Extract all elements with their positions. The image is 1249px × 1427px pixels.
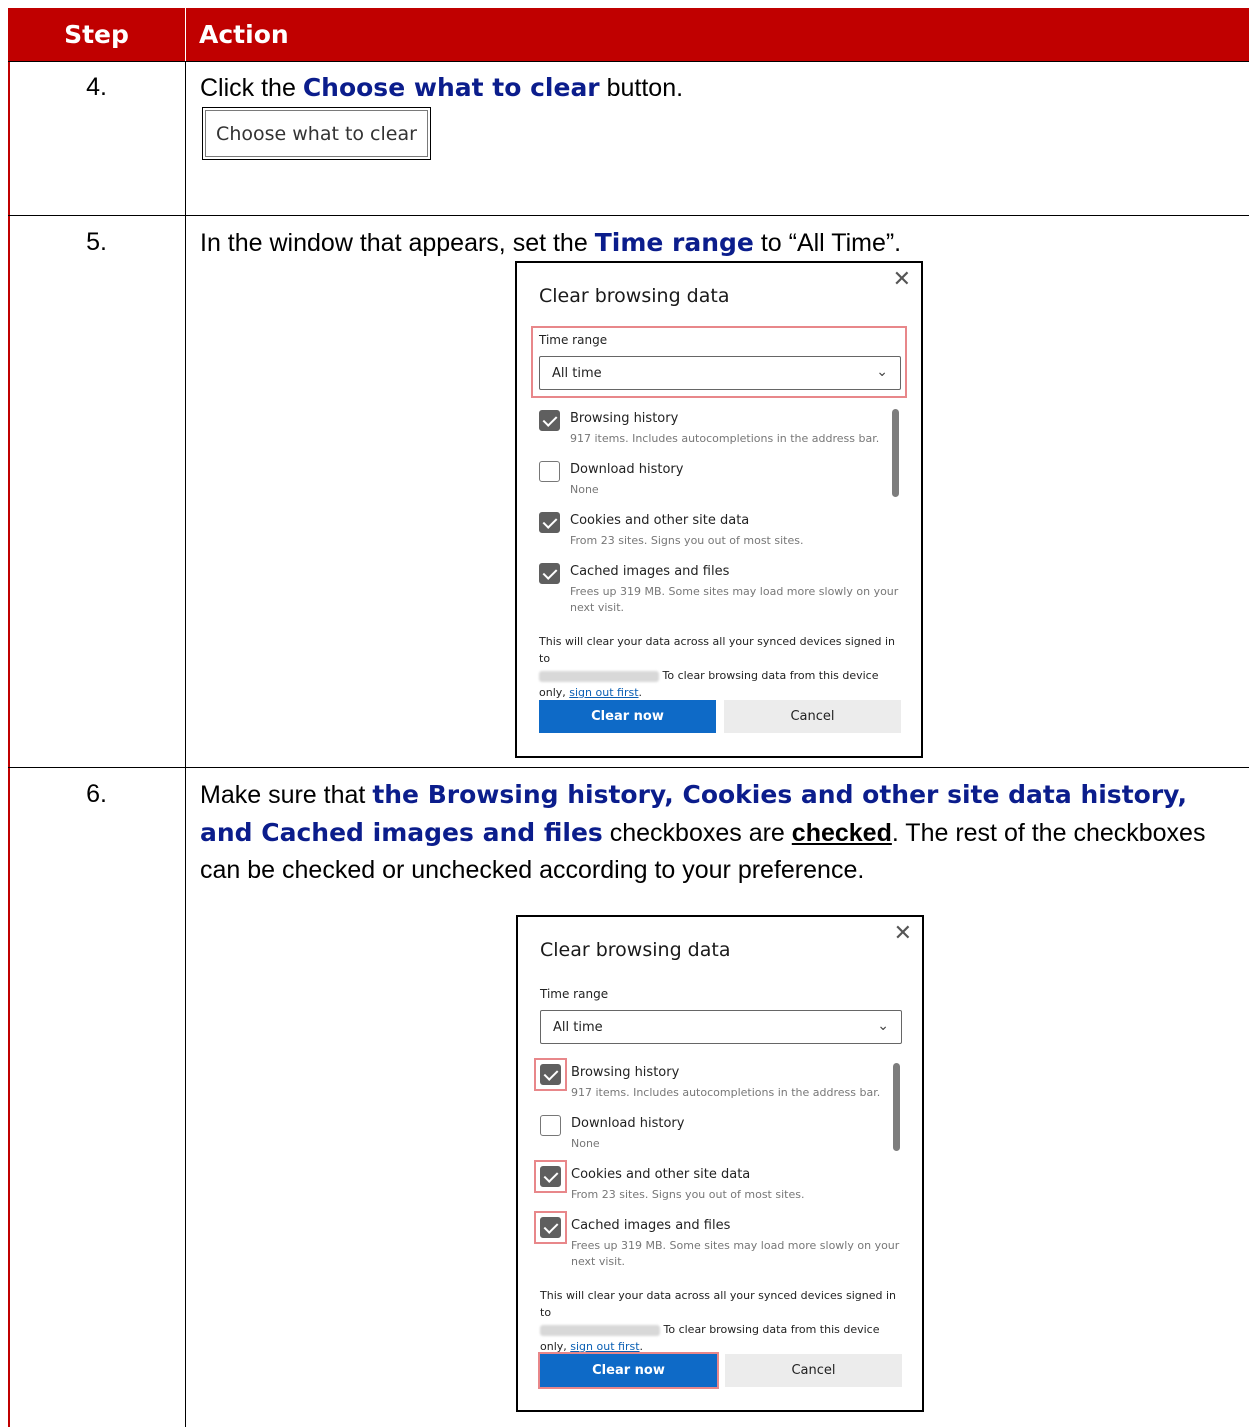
- note-text: .: [639, 1340, 644, 1353]
- sign-out-link[interactable]: sign out first: [570, 1340, 639, 1353]
- checkbox-label: Download history: [571, 1116, 685, 1131]
- note-text: only,: [539, 686, 570, 699]
- checkbox-description: None: [570, 483, 599, 496]
- checkbox-description: Frees up 319 MB. Some sites may load mor…: [570, 585, 899, 614]
- instruction-text: In the window that appears, set the: [200, 229, 595, 257]
- checkbox-label: Cookies and other site data: [571, 1167, 751, 1182]
- checkbox-description: None: [571, 1137, 600, 1150]
- cancel-button[interactable]: Cancel: [724, 700, 901, 733]
- chevron-down-icon: ⌄: [876, 364, 888, 380]
- table-header: [8, 8, 1249, 61]
- checkbox-description: From 23 sites. Signs you out of most sit…: [571, 1188, 805, 1201]
- row-divider: [8, 767, 1249, 768]
- redacted-account: [539, 670, 659, 682]
- instruction-text: checkboxes are: [602, 819, 792, 847]
- sync-note: This will clear your data across all you…: [539, 633, 909, 701]
- choose-what-to-clear-label: Choose what to clear: [205, 110, 428, 157]
- checkbox-label: Browsing history: [570, 411, 679, 426]
- chevron-down-icon: ⌄: [877, 1018, 889, 1034]
- redacted-account: [540, 1324, 660, 1336]
- clear-now-button[interactable]: Clear now: [538, 1352, 719, 1389]
- checkbox-label: Cached images and files: [570, 564, 730, 579]
- checkbox-description: 917 items. Includes autocompletions in t…: [571, 1086, 881, 1099]
- column-divider: [185, 61, 186, 1427]
- instruction-text: Make sure that: [200, 781, 373, 809]
- checkbox-label: Cookies and other site data: [570, 513, 750, 528]
- checkbox-checked[interactable]: [540, 1064, 561, 1085]
- dialog-title: Clear browsing data: [539, 285, 730, 307]
- header-action: Action: [199, 20, 289, 49]
- time-range-value: All time: [552, 365, 602, 381]
- checkbox-checked[interactable]: [540, 1166, 561, 1187]
- clear-now-button[interactable]: Clear now: [539, 700, 716, 733]
- table-left-border: [8, 61, 10, 1427]
- checkbox-description: Frees up 319 MB. Some sites may load mor…: [571, 1239, 900, 1268]
- step-instruction: Click the Choose what to clear button.: [200, 69, 683, 107]
- instruction-text: Click the: [200, 74, 303, 102]
- note-text: To clear browsing data from this device: [660, 1323, 880, 1336]
- step-number: 4.: [86, 73, 107, 101]
- checkbox-checked[interactable]: [539, 410, 560, 431]
- checkbox-description: From 23 sites. Signs you out of most sit…: [570, 534, 804, 547]
- close-icon[interactable]: ✕: [894, 923, 912, 945]
- time-range-select[interactable]: All time ⌄: [540, 1010, 902, 1044]
- clear-browsing-dialog: ✕ Clear browsing data Time range All tim…: [515, 261, 923, 758]
- instruction-emphasis: checked: [791, 819, 892, 847]
- step-instruction: In the window that appears, set the Time…: [200, 224, 901, 262]
- note-text: To clear browsing data from this device: [659, 669, 879, 682]
- cancel-button[interactable]: Cancel: [725, 1354, 902, 1387]
- step-number: 6.: [86, 780, 107, 808]
- step-number: 5.: [86, 228, 107, 256]
- time-range-select[interactable]: All time ⌄: [539, 356, 901, 390]
- checkbox-description: 917 items. Includes autocompletions in t…: [570, 432, 880, 445]
- clear-browsing-dialog: ✕ Clear browsing data Time range All tim…: [516, 915, 924, 1412]
- instruction-highlight: Choose what to clear: [302, 73, 600, 102]
- time-range-label: Time range: [540, 987, 609, 1001]
- checkbox-unchecked[interactable]: [539, 461, 560, 482]
- checkbox-checked[interactable]: [539, 512, 560, 533]
- time-range-label: Time range: [539, 333, 608, 347]
- header-step: Step: [64, 20, 129, 49]
- checkbox-label: Cached images and files: [571, 1218, 731, 1233]
- checkbox-label: Browsing history: [571, 1065, 680, 1080]
- note-text: .: [638, 686, 643, 699]
- note-text: This will clear your data across all you…: [539, 635, 895, 665]
- row-divider: [8, 61, 1249, 62]
- instruction-table: Step Action 4. Click the Choose what to …: [0, 0, 1249, 1427]
- time-range-value: All time: [553, 1019, 603, 1035]
- choose-what-to-clear-button[interactable]: Choose what to clear: [202, 107, 431, 160]
- note-text: This will clear your data across all you…: [540, 1289, 896, 1319]
- checkbox-checked[interactable]: [539, 563, 560, 584]
- checkbox-label: Download history: [570, 462, 684, 477]
- instruction-text: button.: [599, 74, 684, 102]
- instruction-text: to “All Time”.: [753, 229, 902, 257]
- instruction-highlight: Time range: [594, 228, 754, 257]
- row-divider: [8, 215, 1249, 216]
- header-divider: [185, 8, 186, 61]
- close-icon[interactable]: ✕: [893, 269, 911, 291]
- sync-note: This will clear your data across all you…: [540, 1287, 910, 1355]
- note-text: only,: [540, 1340, 571, 1353]
- checkbox-checked[interactable]: [540, 1217, 561, 1238]
- checkbox-unchecked[interactable]: [540, 1115, 561, 1136]
- dialog-title: Clear browsing data: [540, 939, 731, 961]
- step-instruction: Make sure that the Browsing history, Coo…: [200, 776, 1235, 889]
- sign-out-link[interactable]: sign out first: [569, 686, 638, 699]
